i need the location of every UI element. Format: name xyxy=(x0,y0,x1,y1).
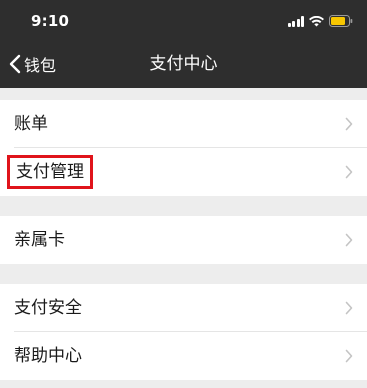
list-item-label: 支付安全 xyxy=(14,298,82,318)
list-item-payment-management[interactable]: 支付管理 xyxy=(0,148,367,196)
list-item-label: 账单 xyxy=(14,114,48,134)
battery-icon xyxy=(329,15,353,27)
status-icons xyxy=(287,14,354,28)
chevron-right-icon xyxy=(345,349,353,363)
list-item-payment-security[interactable]: 支付安全 xyxy=(0,284,367,332)
chevron-right-icon xyxy=(345,165,353,179)
list-item-label: 亲属卡 xyxy=(14,230,65,250)
settings-group-2: 亲属卡 xyxy=(0,216,367,264)
list-item-bill[interactable]: 账单 xyxy=(0,100,367,148)
list-item-label-highlighted: 支付管理 xyxy=(7,155,93,189)
chevron-right-icon xyxy=(345,117,353,131)
signal-icon xyxy=(287,15,304,27)
wifi-icon xyxy=(309,15,324,27)
settings-group-1: 账单 支付管理 xyxy=(0,100,367,196)
status-time: 9:10 xyxy=(31,12,70,30)
page-title: 支付中心 xyxy=(149,54,218,74)
top-bar: 9:10 钱包 支付中心 xyxy=(0,0,367,88)
chevron-right-icon xyxy=(345,233,353,247)
list-item-help-center[interactable]: 帮助中心 xyxy=(0,332,367,380)
list-item-family-card[interactable]: 亲属卡 xyxy=(0,216,367,264)
chevron-right-icon xyxy=(345,301,353,315)
list-item-label: 帮助中心 xyxy=(14,346,82,366)
settings-group-3: 支付安全 帮助中心 xyxy=(0,284,367,380)
